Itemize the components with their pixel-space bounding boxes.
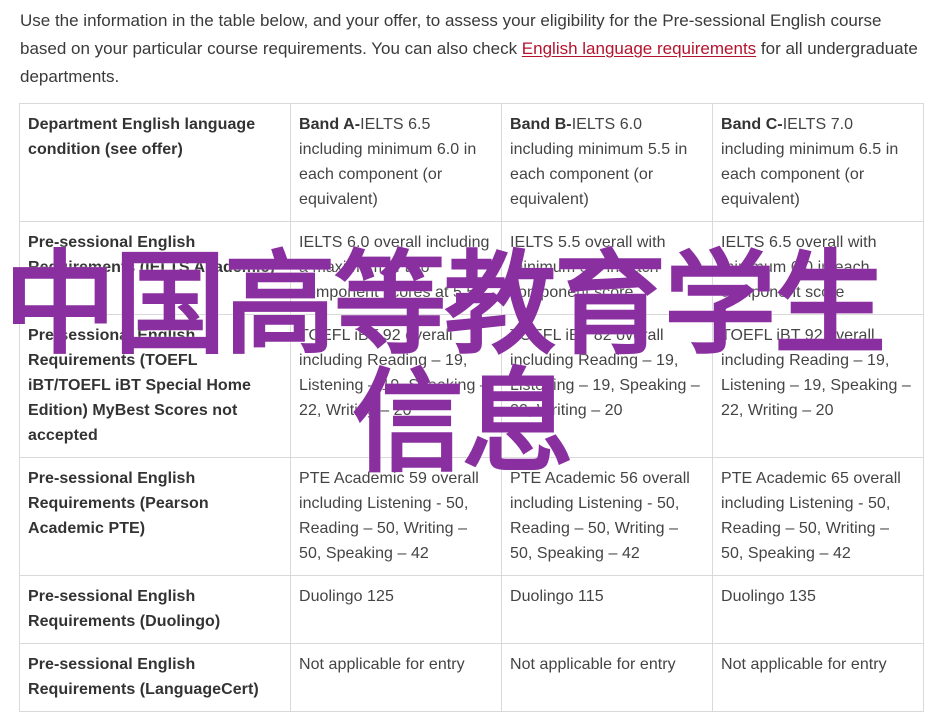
band-c-label: Band C- — [721, 116, 783, 133]
table-cell: PTE Academic 56 overall including Listen… — [501, 457, 713, 576]
table-cell: TOEFL iBT 92 overall including Reading –… — [290, 314, 502, 458]
row-label-duolingo: Pre-sessional English Requirements (Duol… — [19, 575, 291, 644]
table-row-toefl: Pre-sessional English Requirements (TOEF… — [19, 314, 924, 458]
requirements-table: Department English language condition (s… — [19, 103, 924, 712]
row-label-toefl: Pre-sessional English Requirements (TOEF… — [19, 314, 291, 458]
band-a-label: Band A- — [299, 116, 361, 133]
table-cell: IELTS 5.5 overall with minimum 5.5 in ea… — [501, 221, 713, 315]
table-cell: Not applicable for entry — [501, 643, 713, 712]
intro-paragraph: Use the information in the table below, … — [20, 7, 925, 91]
condition-header-cell: Department English language condition (s… — [19, 103, 291, 222]
table-row-languagecert: Pre-sessional English Requirements (Lang… — [19, 643, 924, 712]
table-cell: Not applicable for entry — [712, 643, 924, 712]
table-cell: Duolingo 115 — [501, 575, 713, 644]
band-c-header-cell: Band C-IELTS 7.0 including minimum 6.5 i… — [712, 103, 924, 222]
band-a-header-cell: Band A-IELTS 6.5 including minimum 6.0 i… — [290, 103, 502, 222]
table-row-duolingo: Pre-sessional English Requirements (Duol… — [19, 575, 924, 644]
table-cell: TOEFL iBT 82 overall including Reading –… — [501, 314, 713, 458]
table-cell: Duolingo 125 — [290, 575, 502, 644]
table-cell: Not applicable for entry — [290, 643, 502, 712]
table-header-row: Department English language condition (s… — [19, 103, 924, 222]
table-cell: IELTS 6.5 overall with minimum 6.0 in ea… — [712, 221, 924, 315]
row-label-ielts: Pre-sessional English Requirements (IELT… — [19, 221, 291, 315]
table-cell: PTE Academic 59 overall including Listen… — [290, 457, 502, 576]
band-b-header-cell: Band B-IELTS 6.0 including minimum 5.5 i… — [501, 103, 713, 222]
table-cell: Duolingo 135 — [712, 575, 924, 644]
english-language-requirements-link[interactable]: English language requirements — [522, 39, 756, 58]
table-cell: PTE Academic 65 overall including Listen… — [712, 457, 924, 576]
table-cell: TOEFL iBT 92 overall including Reading –… — [712, 314, 924, 458]
table-row-pte: Pre-sessional English Requirements (Pear… — [19, 457, 924, 576]
band-b-label: Band B- — [510, 116, 572, 133]
row-label-languagecert: Pre-sessional English Requirements (Lang… — [19, 643, 291, 712]
table-row-ielts: Pre-sessional English Requirements (IELT… — [19, 221, 924, 315]
table-cell: IELTS 6.0 overall including a maximum of… — [290, 221, 502, 315]
row-label-pte: Pre-sessional English Requirements (Pear… — [19, 457, 291, 576]
